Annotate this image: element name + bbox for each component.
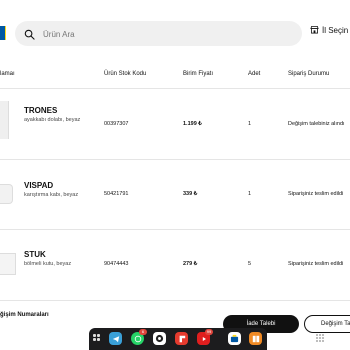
table-header: lamaı Ürün Stok Kodu Birim Fiyatı Adet S… — [0, 62, 350, 89]
product-price: 339 ₺ — [183, 191, 198, 197]
column-price: Birim Fiyatı — [183, 71, 213, 77]
order-status: Siparişiniz teslim edildi — [288, 191, 344, 197]
taskbar: 6 99 — [89, 328, 267, 350]
column-qty: Adet — [248, 71, 261, 77]
column-sku: Ürün Stok Kodu — [104, 71, 147, 77]
header: İl Seçin — [0, 0, 350, 62]
product-quantity: 1 — [248, 191, 252, 197]
product-description: ayakkabı dolabı, beyaz — [24, 117, 81, 123]
brand-logo[interactable] — [0, 26, 6, 40]
product-quantity: 5 — [248, 261, 252, 267]
split-view-icon[interactable] — [249, 332, 262, 345]
more-apps-icon[interactable] — [316, 334, 325, 343]
product-name[interactable]: VISPAD — [24, 181, 53, 190]
product-name[interactable]: TRONES — [24, 106, 57, 115]
product-image — [0, 253, 16, 275]
youtube-badge: 99 — [205, 329, 213, 335]
table-row[interactable]: STUK bölmeli kutu, beyaz 90474443 279 ₺ … — [0, 230, 350, 301]
exchange-request-button[interactable]: Değişim Ta — [304, 315, 350, 333]
youtube-icon[interactable]: 99 — [197, 329, 213, 345]
product-sku: 90474443 — [104, 261, 129, 267]
app-screen: İl Seçin lamaı Ürün Stok Kodu Birim Fiya… — [0, 0, 350, 350]
flipboard-icon[interactable] — [175, 332, 188, 345]
order-status: Değişim talebiniz alındı — [288, 121, 345, 127]
search-icon — [24, 27, 35, 45]
app-drawer-icon[interactable] — [93, 334, 103, 344]
store-icon — [310, 25, 319, 36]
table-row[interactable]: TRONES ayakkabı dolabı, beyaz 00397307 1… — [0, 89, 350, 160]
table-row[interactable]: VISPAD karıştırma kabı, beyaz 50421791 3… — [0, 160, 350, 230]
whatsapp-icon[interactable]: 6 — [131, 329, 147, 345]
exchange-numbers-title: ğişim Numaraları — [0, 312, 49, 318]
product-description: bölmeli kutu, beyaz — [24, 261, 72, 267]
product-sku: 00397307 — [104, 121, 129, 127]
product-sku: 50421791 — [104, 191, 129, 197]
store-label: İl Seçin — [322, 26, 349, 35]
product-quantity: 1 — [248, 121, 252, 127]
column-status: Sipariş Durumu — [288, 71, 330, 77]
product-image — [0, 101, 9, 139]
order-status: Siparişiniz teslim edildi — [288, 261, 344, 267]
app-icon[interactable] — [153, 332, 166, 345]
search-input[interactable] — [41, 25, 285, 44]
product-price: 1.199 ₺ — [183, 121, 202, 127]
telegram-icon[interactable] — [109, 332, 122, 345]
product-image — [0, 184, 13, 204]
column-product: lamaı — [0, 71, 15, 77]
product-name[interactable]: STUK — [24, 250, 46, 259]
product-price: 279 ₺ — [183, 261, 198, 267]
recent-app-icon[interactable] — [228, 332, 241, 345]
search-bar[interactable] — [15, 21, 302, 46]
product-description: karıştırma kabı, beyaz — [24, 192, 79, 198]
store-selector[interactable]: İl Seçin — [310, 25, 348, 36]
whatsapp-badge: 6 — [139, 329, 147, 335]
